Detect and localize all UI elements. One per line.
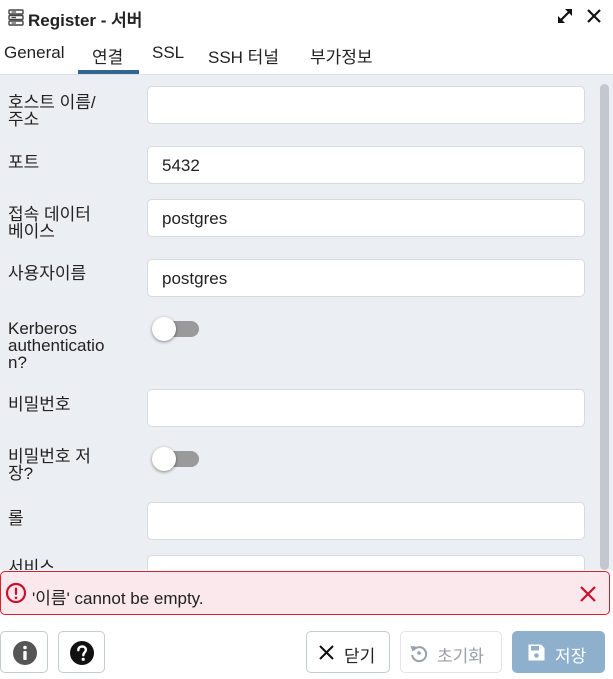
kerberos-label: Kerberos authenticatio n? <box>8 320 138 371</box>
save-password-toggle[interactable] <box>152 446 199 471</box>
password-input[interactable] <box>147 389 585 427</box>
error-notification: '이름' cannot be empty. <box>0 571 610 615</box>
service-label: 서비스 <box>8 558 55 570</box>
maintenance-db-label: 접속 데이터 베이스 <box>8 206 138 240</box>
info-icon <box>13 641 37 670</box>
save-password-label-line2: 장? <box>8 464 34 483</box>
maintenance-db-input[interactable]: postgres <box>147 199 585 237</box>
scrollbar-thumb[interactable] <box>600 84 609 570</box>
error-message: '이름' cannot be empty. <box>32 589 204 608</box>
reset-button-label: 초기화 <box>437 647 484 666</box>
dialog-footer: 닫기 초기화 저장 <box>0 615 613 679</box>
dialog-title: Register - 서버 <box>28 11 143 30</box>
close-button[interactable]: 닫기 <box>306 631 390 673</box>
tab-general[interactable]: General <box>4 43 64 63</box>
kerberos-toggle[interactable] <box>152 316 199 341</box>
save-password-label: 비밀번호 저 장? <box>8 448 138 482</box>
tab-advanced[interactable]: 부가정보 <box>310 43 373 68</box>
close-button-label: 닫기 <box>344 647 376 666</box>
maintenance-db-label-line1: 접속 데이터 <box>8 205 91 224</box>
kerberos-label-line2: authenticatio <box>8 336 105 355</box>
active-tab-indicator <box>78 70 139 74</box>
host-label-line1: 호스트 이름/ <box>8 93 96 112</box>
port-label: 포트 <box>8 153 40 172</box>
tab-connection[interactable]: 연결 <box>92 43 123 68</box>
save-button-label: 저장 <box>555 647 587 666</box>
close-icon[interactable] <box>585 7 603 25</box>
dialog-titlebar: Register - 서버 <box>0 0 613 34</box>
host-input[interactable] <box>147 86 585 124</box>
toggle-knob <box>152 447 176 471</box>
alert-circle-icon <box>5 582 27 604</box>
username-input[interactable]: postgres <box>147 259 585 297</box>
save-icon <box>527 643 546 667</box>
maintenance-db-label-line2: 베이스 <box>8 222 55 241</box>
tab-ssh-tunnel[interactable]: SSH 터널 <box>208 43 279 68</box>
kerberos-label-line1: Kerberos <box>8 319 77 338</box>
toggle-knob <box>152 317 176 341</box>
close-icon <box>318 644 335 666</box>
info-button[interactable] <box>0 631 48 673</box>
tab-ssl[interactable]: SSL <box>152 43 184 63</box>
reset-button[interactable]: 초기화 <box>400 631 502 673</box>
server-icon <box>8 9 24 26</box>
help-icon <box>70 641 94 670</box>
reset-icon <box>409 643 429 668</box>
role-label: 롤 <box>8 509 24 528</box>
host-label: 호스트 이름/ 주소 <box>8 94 138 128</box>
save-button[interactable]: 저장 <box>512 631 605 673</box>
expand-icon[interactable] <box>556 7 574 25</box>
host-label-line2: 주소 <box>8 110 40 129</box>
kerberos-label-line3: n? <box>8 353 27 372</box>
connection-form: 호스트 이름/ 주소 포트 5432 접속 데이터 베이스 postgres 사… <box>0 75 613 570</box>
help-button[interactable] <box>58 631 105 673</box>
tab-bar: General 연결 SSL SSH 터널 부가정보 <box>0 34 613 75</box>
password-label: 비밀번호 <box>8 395 71 414</box>
form-scrollbar[interactable] <box>598 78 610 570</box>
close-icon[interactable] <box>578 584 598 604</box>
role-input[interactable] <box>147 502 585 540</box>
username-label: 사용자이름 <box>8 264 87 283</box>
save-password-label-line1: 비밀번호 저 <box>8 447 91 466</box>
service-input[interactable] <box>147 555 585 570</box>
port-input[interactable]: 5432 <box>147 146 585 184</box>
